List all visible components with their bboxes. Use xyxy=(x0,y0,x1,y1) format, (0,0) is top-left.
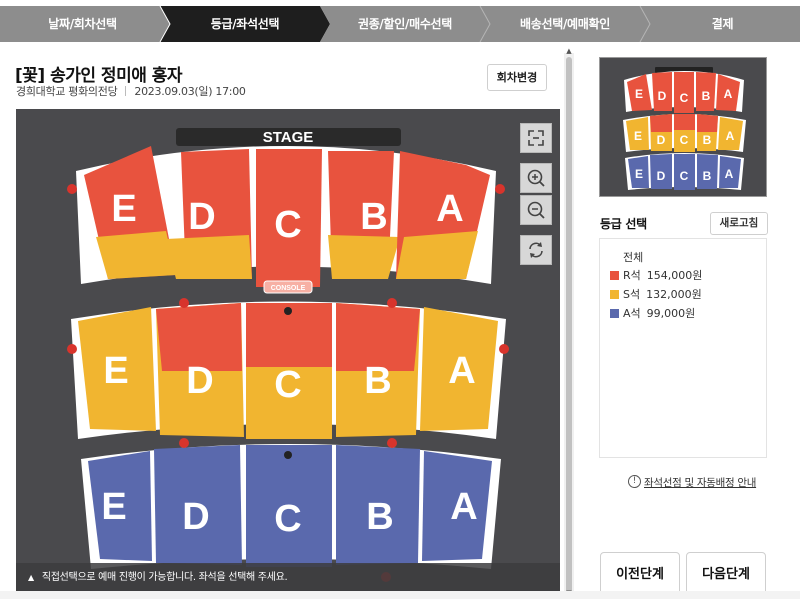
grade-panel: EDCBA EDCBA EDCBA 등급 선택 새로고침 전체 R석 154,00… xyxy=(584,43,800,599)
mini-map-canvas: EDCBA EDCBA EDCBA xyxy=(600,58,766,196)
step-ticket-type-select[interactable]: 권종/할인/매수선택 xyxy=(325,6,485,42)
change-session-button[interactable]: 회차변경 xyxy=(487,64,547,91)
step-payment[interactable]: 결제 xyxy=(645,6,800,42)
caret-up-icon: ▲ xyxy=(28,573,34,582)
fit-screen-icon xyxy=(528,130,544,146)
bottom-strip xyxy=(0,591,800,599)
grade-heading: 등급 선택 xyxy=(600,217,647,231)
svg-text:E: E xyxy=(111,188,136,230)
seat-notice-link[interactable]: 좌석선점 및 자동배정 안내 xyxy=(644,475,756,490)
svg-text:C: C xyxy=(680,133,689,147)
svg-text:B: B xyxy=(702,89,711,103)
seat-map-hint-text: 직접선택으로 예매 진행이 가능합니다. 좌석을 선택해 주세요. xyxy=(41,572,288,583)
grade-item-r[interactable]: R석 154,000원 xyxy=(610,269,702,283)
grade-swatch-s xyxy=(610,290,619,299)
grade-swatch-a xyxy=(610,309,619,318)
seat-map[interactable]: STAGE E D C B A CONSOLE E D C B A E D C … xyxy=(16,109,560,593)
svg-text:B: B xyxy=(364,360,391,402)
grade-item-s[interactable]: S석 132,000원 xyxy=(610,288,702,302)
event-datetime: 2023.09.03(일) 17:00 xyxy=(134,85,246,98)
meta-divider xyxy=(125,86,127,96)
svg-text:A: A xyxy=(448,350,475,392)
svg-text:A: A xyxy=(725,167,734,181)
zoom-in-button[interactable] xyxy=(520,163,552,193)
step-grade-seat-select[interactable]: 등급/좌석선택 xyxy=(165,6,325,42)
reset-view-button[interactable] xyxy=(520,235,552,265)
zoom-in-icon xyxy=(527,169,545,187)
event-meta: 경희대학교 평화의전당 2023.09.03(일) 17:00 xyxy=(16,83,246,99)
svg-text:A: A xyxy=(726,129,735,143)
grade-list: 전체 R석 154,000원 S석 132,000원 A석 99,000원 xyxy=(599,238,767,458)
svg-text:D: D xyxy=(657,169,666,183)
svg-text:D: D xyxy=(186,360,213,402)
svg-text:E: E xyxy=(635,87,643,101)
zoom-out-icon xyxy=(527,201,545,219)
svg-text:A: A xyxy=(450,486,477,528)
mini-map[interactable]: EDCBA EDCBA EDCBA xyxy=(599,57,767,197)
refresh-button[interactable]: 새로고침 xyxy=(710,212,768,235)
svg-text:E: E xyxy=(634,129,642,143)
svg-text:C: C xyxy=(274,498,301,540)
svg-text:E: E xyxy=(635,167,643,181)
svg-text:E: E xyxy=(103,350,128,392)
svg-text:A: A xyxy=(724,87,733,101)
scroll-up-icon[interactable]: ▲ xyxy=(564,47,574,55)
step-date-select[interactable]: 날짜/회차선택 xyxy=(0,6,165,42)
svg-text:B: B xyxy=(703,133,712,147)
scrollbar-thumb[interactable] xyxy=(566,57,572,597)
seat-selection-panel: [꽃] 송가인 정미애 홍자 경희대학교 평화의전당 2023.09.03(일) … xyxy=(0,43,576,599)
grade-price: 132,000원 xyxy=(646,288,702,301)
svg-text:D: D xyxy=(658,89,667,103)
grade-swatch-r xyxy=(610,271,619,280)
grade-price: 154,000원 xyxy=(646,269,703,282)
grade-price: 99,000원 xyxy=(646,307,696,320)
console-label: CONSOLE xyxy=(271,285,306,292)
svg-text:C: C xyxy=(680,91,689,105)
grade-name: A석 xyxy=(623,307,641,320)
step-bar: 날짜/회차선택 등급/좌석선택 권종/할인/매수선택 배송선택/예매확인 결제 xyxy=(0,0,800,43)
zoom-out-button[interactable] xyxy=(520,195,552,225)
svg-text:D: D xyxy=(188,196,215,238)
svg-text:D: D xyxy=(182,496,209,538)
svg-text:C: C xyxy=(680,169,689,183)
grade-all-option[interactable]: 전체 xyxy=(623,249,643,265)
svg-text:C: C xyxy=(274,364,301,406)
seat-map-canvas[interactable]: STAGE E D C B A CONSOLE E D C B A E D C … xyxy=(16,109,560,593)
seat-map-hint: ▲ 직접선택으로 예매 진행이 가능합니다. 좌석을 선택해 주세요. xyxy=(16,563,560,593)
event-venue: 경희대학교 평화의전당 xyxy=(16,85,118,98)
fit-screen-button[interactable] xyxy=(520,123,552,153)
stage-label: STAGE xyxy=(263,129,314,146)
grade-item-a[interactable]: A석 99,000원 xyxy=(610,307,695,321)
svg-text:B: B xyxy=(360,196,387,238)
svg-text:B: B xyxy=(366,496,393,538)
svg-text:E: E xyxy=(101,486,126,528)
step-delivery-confirm[interactable]: 배송선택/예매확인 xyxy=(485,6,645,42)
info-icon: ! xyxy=(628,475,641,488)
svg-text:A: A xyxy=(436,188,463,230)
grade-name: R석 xyxy=(623,269,641,282)
refresh-icon xyxy=(529,242,543,258)
svg-text:C: C xyxy=(274,204,301,246)
svg-text:B: B xyxy=(703,169,712,183)
svg-text:D: D xyxy=(657,133,666,147)
grade-name: S석 xyxy=(623,288,641,301)
